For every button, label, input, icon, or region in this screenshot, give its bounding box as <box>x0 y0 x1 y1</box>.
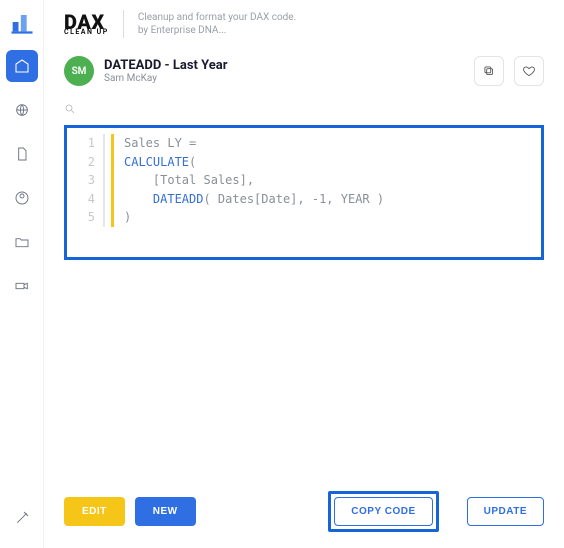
update-button[interactable]: UPDATE <box>467 497 544 526</box>
snippet-title: DATEADD - Last Year <box>104 58 464 73</box>
code-editor[interactable]: 1 2 3 4 5 Sales LY = CALCULATE( [Total S… <box>73 134 535 227</box>
code-token: [Total Sales], <box>124 173 254 187</box>
line-gutter: 1 2 3 4 5 <box>73 134 105 227</box>
sidebar-item-folder[interactable] <box>6 226 38 258</box>
tagline: Cleanup and format your DAX code. by Ent… <box>138 11 296 37</box>
main-panel: DAX CLEAN UP Cleanup and format your DAX… <box>44 0 564 548</box>
header: DAX CLEAN UP Cleanup and format your DAX… <box>64 10 544 38</box>
sidebar-item-home[interactable] <box>6 50 38 82</box>
code-indicator-bar <box>111 134 114 227</box>
avatar: SM <box>64 56 94 86</box>
line-number: 1 <box>73 134 95 153</box>
brand-logo: DAX CLEAN UP <box>64 13 109 35</box>
edit-button[interactable]: EDIT <box>64 497 125 526</box>
snippet-header: SM DATEADD - Last Year Sam McKay <box>64 56 544 86</box>
tagline-line2: by Enterprise DNA... <box>138 24 296 37</box>
code-token: ( Dates[Date], -1, YEAR ) <box>203 192 384 206</box>
code-token: CALCULATE <box>124 155 189 169</box>
sidebar-item-user[interactable] <box>6 182 38 214</box>
line-number: 4 <box>73 190 95 209</box>
line-number: 2 <box>73 153 95 172</box>
favorite-icon-button[interactable] <box>514 56 544 86</box>
code-token: ) <box>124 210 131 224</box>
copy-code-highlight: COPY CODE <box>328 491 438 532</box>
new-button[interactable]: NEW <box>135 497 196 526</box>
brand-subtitle: CLEAN UP <box>64 29 109 35</box>
sidebar <box>0 0 44 548</box>
app-logo-icon <box>8 8 36 36</box>
copy-code-button[interactable]: COPY CODE <box>334 497 432 526</box>
snippet-author: Sam McKay <box>104 73 464 84</box>
code-token: Sales LY = <box>124 136 196 150</box>
line-number: 5 <box>73 208 95 227</box>
code-token: ( <box>189 155 196 169</box>
snippet-info: DATEADD - Last Year Sam McKay <box>104 58 464 84</box>
search-icon[interactable] <box>64 100 544 119</box>
sidebar-item-settings[interactable] <box>6 502 38 534</box>
copy-icon-button[interactable] <box>474 56 504 86</box>
code-content: Sales LY = CALCULATE( [Total Sales], DAT… <box>124 134 535 227</box>
sidebar-item-file[interactable] <box>6 138 38 170</box>
sidebar-item-globe[interactable] <box>6 94 38 126</box>
code-token: DATEADD <box>153 192 204 206</box>
line-number: 3 <box>73 171 95 190</box>
header-divider <box>123 10 124 38</box>
tagline-line1: Cleanup and format your DAX code. <box>138 11 296 24</box>
code-editor-highlight: 1 2 3 4 5 Sales LY = CALCULATE( [Total S… <box>64 125 544 260</box>
sidebar-item-video[interactable] <box>6 270 38 302</box>
footer-actions: EDIT NEW COPY CODE UPDATE <box>64 477 544 548</box>
code-token <box>124 192 153 206</box>
